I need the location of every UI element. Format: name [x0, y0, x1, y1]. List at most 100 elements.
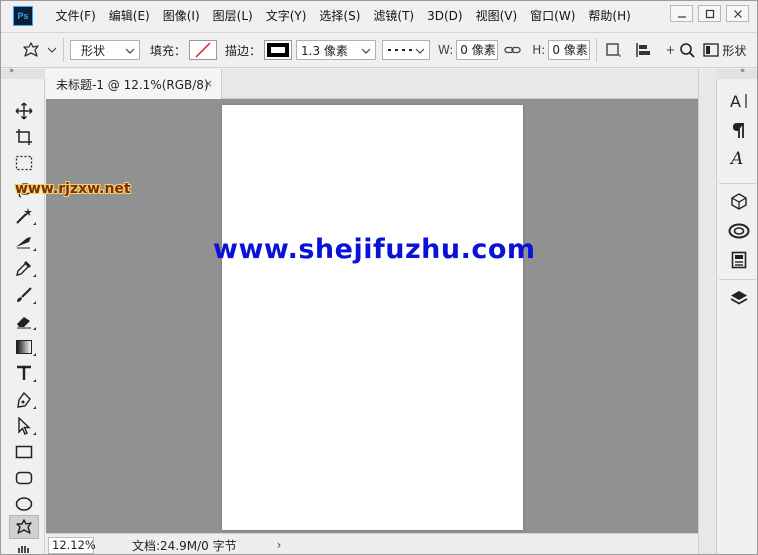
menu-3d[interactable]: 3D(D)	[421, 1, 469, 31]
artboard-tool[interactable]	[9, 125, 39, 149]
stroke-label: 描边：	[225, 43, 262, 58]
crop-icon	[16, 237, 31, 249]
menu-select[interactable]: 选择(S)	[313, 1, 367, 31]
hand-icon	[18, 546, 29, 553]
menu-edit[interactable]: 编辑(E)	[102, 1, 156, 31]
libraries-panel-button[interactable]	[727, 219, 751, 243]
brush-tool[interactable]	[9, 283, 39, 307]
status-menu-icon[interactable]: ›	[277, 538, 282, 552]
move-tool[interactable]	[9, 99, 39, 123]
workspace-label[interactable]: 形状	[722, 42, 746, 59]
paragraph-panel-button[interactable]	[727, 118, 751, 142]
document-tab[interactable]: 未标题-1 @ 12.1%(RGB/8) ×	[46, 69, 222, 99]
menu-view[interactable]: 视图(V)	[469, 1, 524, 31]
window-controls	[670, 5, 749, 22]
svg-text:A: A	[730, 92, 741, 110]
maximize-button[interactable]	[698, 5, 721, 22]
rounded-rectangle-tool[interactable]	[9, 466, 39, 490]
path-alignment-icon[interactable]	[635, 42, 653, 58]
chevron-down-icon	[415, 48, 425, 54]
toolbar-collapse-strip[interactable]: ››	[1, 66, 45, 79]
stroke-type-select[interactable]	[382, 40, 431, 60]
stroke-swatch[interactable]	[264, 40, 293, 60]
separator	[596, 38, 598, 62]
stroke-width-input[interactable]: 1.3 像素	[296, 40, 377, 60]
stroke-width-value: 1.3 像素	[301, 43, 348, 58]
chevron-down-icon	[125, 48, 135, 54]
custom-shape-tool[interactable]	[9, 515, 39, 539]
photoshop-logo[interactable]: Ps	[13, 6, 33, 26]
height-input[interactable]: 0 像素	[548, 40, 591, 60]
zoom-level-input[interactable]: 12.12%	[48, 536, 96, 554]
height-label: H:	[532, 43, 546, 57]
gradient-tool[interactable]	[9, 335, 39, 359]
fill-swatch[interactable]	[189, 40, 218, 60]
menu-type[interactable]: 文字(Y)	[259, 1, 313, 31]
menu-window[interactable]: 窗口(W)	[524, 1, 582, 31]
rounded-rectangle-icon	[15, 471, 33, 485]
crop-tool[interactable]	[9, 230, 39, 254]
pen-tool[interactable]	[9, 388, 39, 412]
adjustments-panel-button[interactable]	[727, 248, 751, 272]
menu-file[interactable]: 文件(F)	[49, 1, 102, 31]
rectangle-tool[interactable]	[9, 440, 39, 464]
pen-icon	[17, 391, 31, 408]
hand-tool[interactable]	[9, 541, 39, 554]
collapse-icon: ‹‹	[740, 66, 745, 76]
tool-mode-value: 形状	[81, 43, 106, 58]
tool-mode-select[interactable]: 形状	[70, 40, 140, 60]
menu-image[interactable]: 图像(I)	[156, 1, 206, 31]
path-operations-icon[interactable]	[605, 42, 621, 58]
character-panel-button[interactable]: A	[727, 89, 751, 113]
magic-wand-tool[interactable]	[9, 204, 39, 228]
glyphs-icon: A	[729, 149, 743, 167]
dock-collapse-strip[interactable]: ‹‹	[716, 66, 757, 79]
tools-panel	[1, 79, 45, 554]
workspace-icon[interactable]	[703, 43, 720, 57]
menu-layer[interactable]: 图层(L)	[206, 1, 259, 31]
dock-gutter	[698, 69, 716, 554]
close-tab-icon[interactable]: ×	[204, 77, 213, 90]
type-tool[interactable]	[9, 361, 39, 385]
tool-preset-picker[interactable]	[21, 41, 57, 59]
cube-icon	[731, 193, 747, 210]
3d-panel-button[interactable]	[727, 190, 751, 214]
separator	[63, 38, 64, 62]
width-input[interactable]: 0 像素	[456, 40, 499, 60]
close-window-button[interactable]	[726, 5, 749, 22]
expand-icon: ››	[9, 66, 14, 76]
marquee-tool[interactable]	[9, 151, 39, 175]
artboard-icon	[16, 129, 32, 145]
custom-shape-icon	[23, 42, 39, 57]
paragraph-icon	[733, 123, 744, 138]
svg-text:A: A	[729, 149, 743, 167]
brush-icon	[17, 287, 32, 302]
watermark-large: www.shejifuzhu.com	[213, 234, 536, 265]
search-icon[interactable]	[679, 42, 696, 58]
gradient-icon	[16, 340, 32, 354]
menu-items: 文件(F) 编辑(E) 图像(I) 图层(L) 文字(Y) 选择(S) 滤镜(T…	[49, 1, 637, 31]
menu-help[interactable]: 帮助(H)	[582, 1, 637, 31]
minimize-button[interactable]	[670, 5, 693, 22]
magic-wand-icon	[16, 208, 32, 224]
eraser-icon	[17, 317, 31, 329]
glyphs-panel-button[interactable]: A	[727, 146, 751, 170]
eraser-tool[interactable]	[9, 309, 39, 333]
link-icon[interactable]	[504, 44, 522, 56]
fill-label: 填充：	[150, 43, 187, 58]
path-arrangement-icon[interactable]: +	[665, 43, 675, 57]
libraries-group	[719, 183, 756, 275]
path-selection-tool[interactable]	[9, 414, 39, 438]
menu-filter[interactable]: 滤镜(T)	[367, 1, 421, 31]
move-icon	[15, 102, 33, 120]
canvas-area[interactable]	[46, 99, 698, 533]
ellipse-tool[interactable]	[9, 492, 39, 516]
layers-panel-button[interactable]	[727, 286, 751, 310]
maximize-icon	[705, 9, 714, 18]
document-canvas[interactable]	[222, 105, 523, 530]
ellipse-icon	[15, 497, 33, 511]
eyedropper-tool[interactable]	[9, 256, 39, 280]
chevron-down-icon	[47, 47, 57, 53]
minimize-icon	[677, 15, 686, 18]
options-bar: 形状 填充： 描边： 1.3 像素 W: 0 像素 H: 0 像素 + 形状	[1, 32, 757, 68]
